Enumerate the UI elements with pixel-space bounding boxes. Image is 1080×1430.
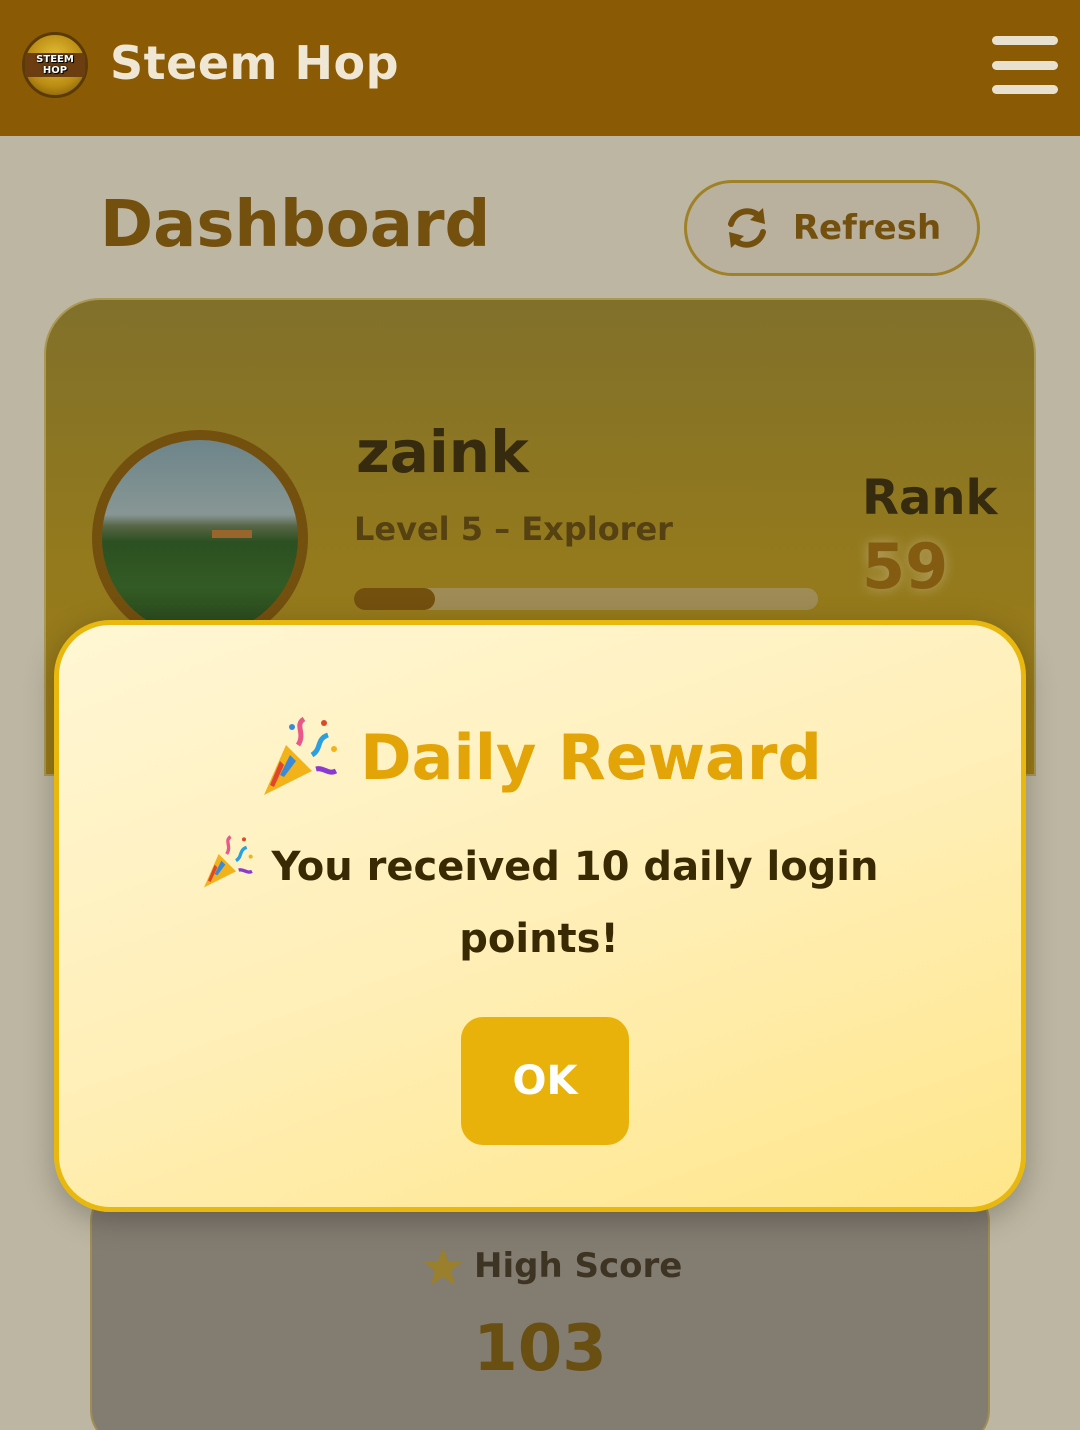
hamburger-menu-icon[interactable] <box>992 36 1058 94</box>
steem-hop-logo[interactable]: STEEM HOP <box>22 32 88 98</box>
app-title: Steem Hop <box>110 36 399 90</box>
menu-line <box>992 60 1058 70</box>
menu-line <box>992 85 1058 94</box>
dialog-message: You received 10 daily login points! <box>189 831 889 975</box>
menu-line <box>992 36 1058 45</box>
party-popper-icon <box>264 716 338 795</box>
dialog-message-text: You received 10 daily login points! <box>271 844 879 962</box>
top-app-bar: STEEM HOP Steem Hop <box>0 0 1080 136</box>
party-popper-icon <box>203 835 253 888</box>
dialog-title-row: Daily Reward <box>59 715 1021 799</box>
daily-reward-dialog: Daily Reward You received 10 daily login… <box>54 620 1026 1212</box>
ok-button[interactable]: OK <box>461 1017 629 1145</box>
logo-text: STEEM HOP <box>25 53 85 77</box>
dialog-title: Daily Reward <box>360 720 822 794</box>
